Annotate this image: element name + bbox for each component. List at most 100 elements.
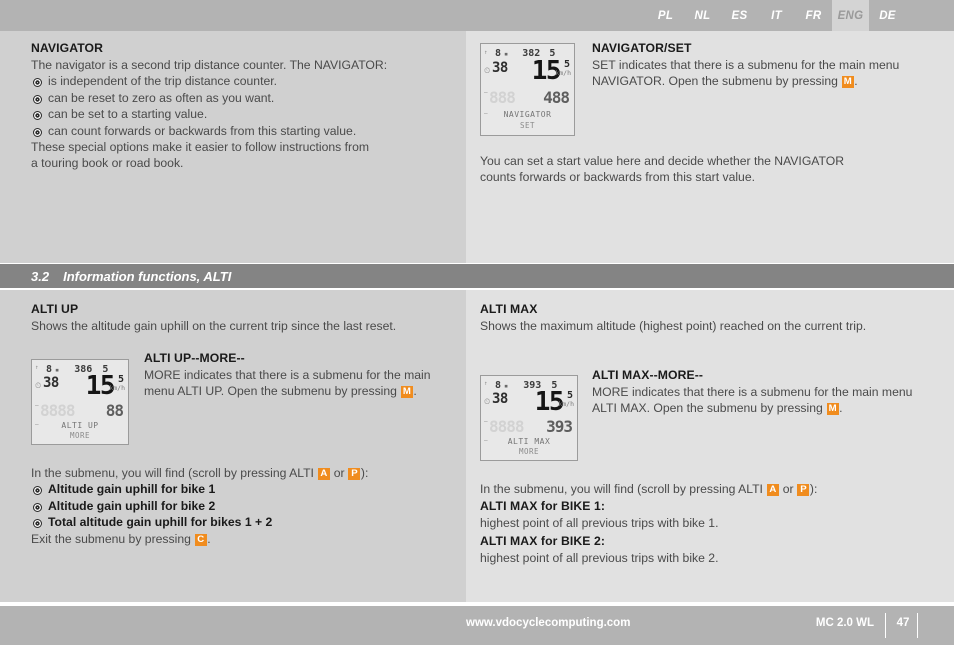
lang-tab-es[interactable]: ES [721,0,758,31]
navigator-block: NAVIGATOR The navigator is a second trip… [31,40,451,172]
alti-max-body: Shows the maximum altitude (highest poin… [480,319,867,333]
alti-up-more-block: ALTI UP--MORE-- MORE indicates that ther… [144,350,454,400]
section-header-band: 3.2 Information functions, ALTI [0,264,954,288]
navigator-outro-line2: a touring book or road book. [31,156,184,171]
lcd-sub-value: 488 [543,88,570,107]
alti-max-bike2-heading: ALTI MAX for BIKE 2: [480,533,605,548]
lcd-menu-label: ALTI MAX [507,437,551,446]
submenu-intro-pre: In the submenu, you will find (scroll by… [31,466,318,480]
submenu-intro-post: ): [360,466,369,480]
navigator-set-body: SET indicates that there is a submenu fo… [592,57,932,90]
navigator-set-block: NAVIGATOR/SET SET indicates that there i… [592,40,932,90]
alti-max-more-body-text: MORE indicates that there is a submenu f… [592,385,913,416]
alti-max-submenu-block: In the submenu, you will find (scroll by… [480,481,900,566]
alti-up-block: ALTI UP Shows the altitude gain uphill o… [31,301,451,334]
alti-max-heading: ALTI MAX [480,302,538,316]
lcd-dot-icon: ▪ [504,381,509,390]
navigator-set-body-period: . [854,74,858,89]
alti-max-bike1-body: highest point of all previous trips with… [480,516,719,531]
lcd-display-alti-max: ↑ 8 ▪ 393 5 ⏲ 38 15 5 km/h 8888 393 ALTI… [480,375,578,461]
list-item: can count forwards or backwards from thi… [31,123,451,139]
lcd-submenu-label: MORE [518,447,540,456]
key-badge-p[interactable]: P [348,468,361,480]
alti-max-submenu-intro: In the submenu, you will find (scroll by… [480,481,900,497]
alti-max-bike2-body: highest point of all previous trips with… [480,550,719,565]
lcd-bike-number: 8 [495,380,502,391]
key-badge-p[interactable]: P [797,484,810,496]
lcd-clock-value: 38 [492,60,508,76]
section-number: 3.2 [31,268,50,284]
lcd-side-marker-icon: — [35,421,39,428]
lcd-ghost-segments: 888 [489,88,516,107]
key-badge-m[interactable]: M [400,386,413,399]
lcd-bike-number: 8 [495,48,502,59]
footer-page-number: 47 [896,617,910,629]
lcd-submenu-label: SET [519,121,536,130]
lcd-ghost-segments: 8888 [489,417,525,436]
section-title: Information functions, ALTI [63,268,232,284]
alti-up-submenu-exit: Exit the submenu by pressing C. [31,531,451,547]
alti-max-more-body-period: . [839,401,843,416]
lcd-side-marker-icon: — [484,110,488,117]
lcd-speed-unit: km/h [558,400,574,408]
lang-tab-nl[interactable]: NL [684,0,721,31]
lcd-display-alti-up: ↑ 8 ▪ 386 5 ⏲ 38 15 5 km/h 8888 88 ALTI … [31,359,129,445]
lang-tab-it[interactable]: IT [758,0,795,31]
alti-max-more-heading: ALTI MAX--MORE-- [592,368,704,382]
submenu-intro-post: ): [809,482,818,496]
submenu-exit-post: . [207,531,211,546]
lang-tab-eng[interactable]: ENG [832,0,869,31]
lang-tab-label: DE [879,9,896,22]
lcd-clock-value: 38 [43,375,59,391]
alti-up-more-body-period: . [413,384,417,399]
key-badge-a[interactable]: A [766,484,779,496]
lang-tab-label: FR [805,9,822,22]
alti-up-more-body-text: MORE indicates that there is a submenu f… [144,368,431,399]
navigator-set-note: You can set a start value here and decid… [480,153,880,186]
language-tab-bar: PL NL ES IT FR ENG DE [0,0,954,31]
lang-tab-label: ES [731,9,748,22]
list-item: is independent of the trip distance coun… [31,73,451,89]
alti-max-more-body: MORE indicates that there is a submenu f… [592,384,932,417]
alti-up-body: Shows the altitude gain uphill on the cu… [31,319,397,333]
lang-tab-pl[interactable]: PL [647,0,684,31]
list-item: can be set to a starting value. [31,106,451,122]
lcd-bike-number: 8 [46,364,53,375]
alti-max-block: ALTI MAX Shows the maximum altitude (hig… [480,301,880,334]
lcd-sub-value: 88 [105,401,124,420]
list-item: Altitude gain uphill for bike 2 [31,498,451,514]
lcd-ghost-segments: 8888 [40,401,76,420]
lcd-dot-icon: ▪ [504,49,509,58]
navigator-set-heading: NAVIGATOR/SET [592,41,692,55]
lcd-side-marker2-icon: — [484,418,488,425]
lang-tab-label: ENG [837,9,864,22]
left-column-background-bottom [0,290,466,602]
navigator-outro-line1: These special options make it easier to … [31,140,370,155]
lang-tab-de[interactable]: DE [869,0,906,31]
footer-website-url[interactable]: www.vdocyclecomputing.com [466,617,630,629]
navigator-heading: NAVIGATOR [31,41,103,55]
key-badge-m[interactable]: M [826,403,839,416]
lang-tab-label: NL [694,9,711,22]
list-item: Altitude gain uphill for bike 1 [31,481,451,497]
key-badge-a[interactable]: A [317,468,330,480]
key-badge-m[interactable]: M [841,76,854,89]
footer-divider-left [884,613,886,638]
alti-up-more-heading: ALTI UP--MORE-- [144,351,245,365]
lcd-display-navigator-set: ↑ 8 ▪ 382 5 ⏲ 38 15 5 km/h 888 488 NAVIG… [480,43,575,136]
lang-tab-fr[interactable]: FR [795,0,832,31]
alti-up-heading: ALTI UP [31,302,79,316]
alti-up-submenu-block: In the submenu, you will find (scroll by… [31,465,451,547]
lcd-side-marker2-icon: — [35,402,39,409]
key-badge-c[interactable]: C [194,533,207,546]
footer-divider-right [916,613,918,638]
submenu-intro-mid: or [779,482,797,496]
alti-max-more-block: ALTI MAX--MORE-- MORE indicates that the… [592,367,932,417]
submenu-intro-mid: or [330,466,348,480]
lcd-side-marker-icon: — [484,437,488,444]
list-item: can be reset to zero as often as you wan… [31,90,451,106]
navigator-set-note-line1: You can set a start value here and decid… [480,154,845,168]
lcd-clock-icon: ⏲ [484,397,491,406]
page-footer: www.vdocyclecomputing.com MC 2.0 WL 47 [0,606,954,645]
lcd-speed-unit: km/h [555,69,571,77]
